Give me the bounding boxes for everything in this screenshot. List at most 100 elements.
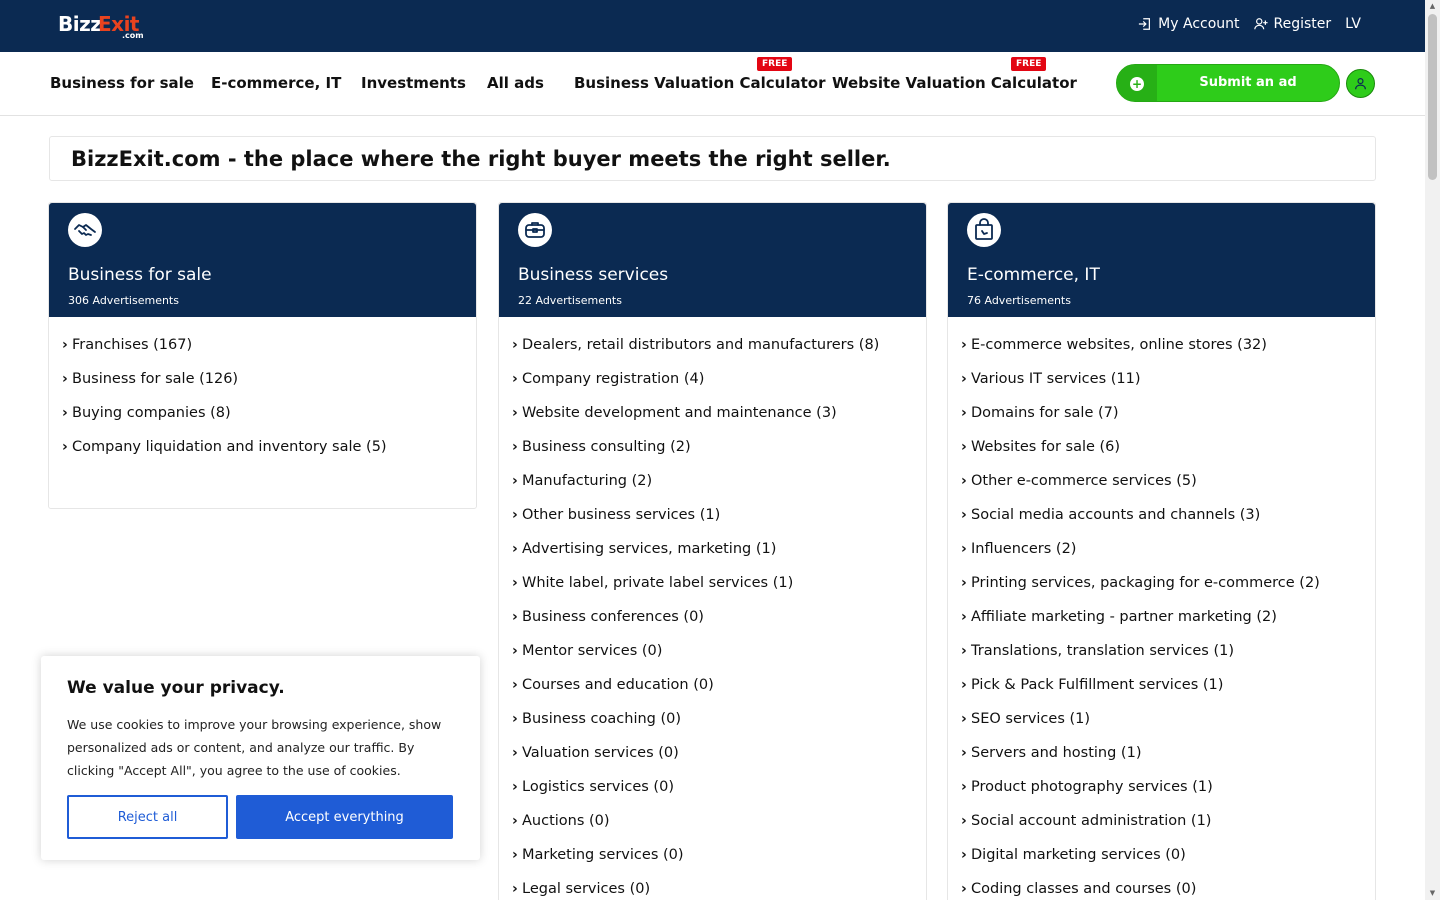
chevron-right-icon: › bbox=[512, 813, 518, 829]
list-item-label: Digital marketing services (0) bbox=[971, 847, 1186, 863]
cookie-text: We use cookies to improve your browsing … bbox=[67, 717, 442, 778]
free-badge: FREE bbox=[1011, 57, 1047, 71]
plus-icon-wrap: + bbox=[1117, 65, 1157, 101]
nav-investments[interactable]: Investments bbox=[361, 74, 466, 92]
chevron-right-icon: › bbox=[62, 337, 68, 353]
chevron-right-icon: › bbox=[512, 609, 518, 625]
list-item[interactable]: › Business coaching (0) bbox=[512, 711, 926, 745]
accept-all-button[interactable]: Accept everything bbox=[236, 795, 453, 839]
list-item[interactable]: › Business for sale (126) bbox=[62, 371, 476, 405]
list-item[interactable]: › Domains for sale (7) bbox=[961, 405, 1375, 439]
chevron-right-icon: › bbox=[512, 881, 518, 897]
list-item[interactable]: › Other e-commerce services (5) bbox=[961, 473, 1375, 507]
page-scrollbar[interactable]: ▲ ▼ bbox=[1425, 0, 1440, 900]
subcategory-list: › E-commerce websites, online stores (32)… bbox=[948, 317, 1375, 900]
chevron-right-icon: › bbox=[512, 473, 518, 489]
nav-website-valuation-calculator[interactable]: Website Valuation Calculator bbox=[832, 74, 1077, 92]
free-badge: FREE bbox=[757, 57, 793, 71]
list-item[interactable]: › Digital marketing services (0) bbox=[961, 847, 1375, 881]
card-header[interactable]: E-commerce, IT 76 Advertisements bbox=[948, 203, 1375, 317]
submit-ad-label: Submit an ad bbox=[1199, 75, 1297, 90]
nav-ecommerce-it[interactable]: E-commerce, IT bbox=[211, 74, 341, 92]
chevron-right-icon: › bbox=[62, 405, 68, 421]
card-header[interactable]: Business services 22 Advertisements bbox=[499, 203, 926, 317]
scrollbar-thumb[interactable] bbox=[1428, 14, 1437, 180]
card-header[interactable]: Business for sale 306 Advertisements bbox=[49, 203, 476, 317]
list-item[interactable]: › Printing services, packaging for e-comm… bbox=[961, 575, 1375, 609]
list-item-label: Affiliate marketing - partner marketing … bbox=[971, 609, 1277, 625]
list-item[interactable]: › Affiliate marketing - partner marketing… bbox=[961, 609, 1375, 643]
chevron-right-icon: › bbox=[512, 541, 518, 557]
list-item[interactable]: › SEO services (1) bbox=[961, 711, 1375, 745]
chevron-right-icon: › bbox=[512, 575, 518, 591]
list-item-label: Valuation services (0) bbox=[522, 745, 679, 761]
list-item[interactable]: › Social account administration (1) bbox=[961, 813, 1375, 847]
list-item[interactable]: › Influencers (2) bbox=[961, 541, 1375, 575]
list-item[interactable]: › Legal services (0) bbox=[512, 881, 926, 900]
nav-all-ads[interactable]: All ads bbox=[487, 74, 544, 92]
chevron-right-icon: › bbox=[512, 371, 518, 387]
list-item[interactable]: › Advertising services, marketing (1) bbox=[512, 541, 926, 575]
list-item[interactable]: › Servers and hosting (1) bbox=[961, 745, 1375, 779]
list-item-label: Business conferences (0) bbox=[522, 609, 704, 625]
list-item-label: Business consulting (2) bbox=[522, 439, 691, 455]
language-switch[interactable]: LV bbox=[1345, 16, 1361, 32]
list-item[interactable]: › Other business services (1) bbox=[512, 507, 926, 541]
list-item[interactable]: › White label, private label services (1) bbox=[512, 575, 926, 609]
list-item[interactable]: › E-commerce websites, online stores (32) bbox=[961, 337, 1375, 371]
site-logo[interactable]: Bizz Exit .com bbox=[58, 10, 148, 42]
chevron-right-icon: › bbox=[961, 473, 967, 489]
list-item[interactable]: › Product photography services (1) bbox=[961, 779, 1375, 813]
chevron-right-icon: › bbox=[961, 881, 967, 897]
nav-business-for-sale[interactable]: Business for sale bbox=[50, 74, 194, 92]
list-item[interactable]: › Coding classes and courses (0) bbox=[961, 881, 1375, 900]
main-nav: Business for sale E-commerce, IT Investm… bbox=[0, 52, 1425, 116]
list-item[interactable]: › Auctions (0) bbox=[512, 813, 926, 847]
account-links: My Account Register LV bbox=[1138, 16, 1361, 32]
list-item[interactable]: › Pick & Pack Fulfillment services (1) bbox=[961, 677, 1375, 711]
list-item[interactable]: › Mentor services (0) bbox=[512, 643, 926, 677]
list-item[interactable]: › Website development and maintenance (3) bbox=[512, 405, 926, 439]
chevron-right-icon: › bbox=[961, 337, 967, 353]
card-ad-count: 306 Advertisements bbox=[68, 294, 179, 307]
list-item[interactable]: › Company liquidation and inventory sale … bbox=[62, 439, 476, 473]
list-item[interactable]: › Social media accounts and channels (3) bbox=[961, 507, 1375, 541]
list-item-label: Marketing services (0) bbox=[522, 847, 684, 863]
list-item[interactable]: › Valuation services (0) bbox=[512, 745, 926, 779]
chevron-right-icon: › bbox=[961, 371, 967, 387]
list-item-label: Advertising services, marketing (1) bbox=[522, 541, 777, 557]
reject-all-button[interactable]: Reject all bbox=[67, 795, 228, 839]
list-item[interactable]: › Websites for sale (6) bbox=[961, 439, 1375, 473]
register-link[interactable]: Register bbox=[1253, 16, 1331, 32]
add-user-icon bbox=[1253, 18, 1268, 30]
list-item[interactable]: › Business consulting (2) bbox=[512, 439, 926, 473]
scroll-down-arrow-icon[interactable]: ▼ bbox=[1428, 889, 1437, 898]
chevron-right-icon: › bbox=[512, 779, 518, 795]
list-item[interactable]: › Various IT services (11) bbox=[961, 371, 1375, 405]
list-item[interactable]: › Translations, translation services (1) bbox=[961, 643, 1375, 677]
list-item[interactable]: › Courses and education (0) bbox=[512, 677, 926, 711]
list-item-label: Social account administration (1) bbox=[971, 813, 1212, 829]
scroll-up-arrow-icon[interactable]: ▲ bbox=[1428, 2, 1437, 11]
list-item[interactable]: › Logistics services (0) bbox=[512, 779, 926, 813]
list-item[interactable]: › Franchises (167) bbox=[62, 337, 476, 371]
list-item-label: Website development and maintenance (3) bbox=[522, 405, 837, 421]
list-item[interactable]: › Marketing services (0) bbox=[512, 847, 926, 881]
nav-business-valuation-calculator[interactable]: Business Valuation Calculator bbox=[574, 74, 825, 92]
chevron-right-icon: › bbox=[512, 711, 518, 727]
my-account-link[interactable]: My Account bbox=[1138, 16, 1240, 32]
list-item-label: Legal services (0) bbox=[522, 881, 651, 897]
list-item-label: Business coaching (0) bbox=[522, 711, 682, 727]
list-item[interactable]: › Buying companies (8) bbox=[62, 405, 476, 439]
list-item[interactable]: › Business conferences (0) bbox=[512, 609, 926, 643]
logo-text-suffix: .com bbox=[122, 31, 144, 40]
chevron-right-icon: › bbox=[961, 677, 967, 693]
list-item[interactable]: › Manufacturing (2) bbox=[512, 473, 926, 507]
list-item-label: Company registration (4) bbox=[522, 371, 705, 387]
list-item-label: Websites for sale (6) bbox=[971, 439, 1121, 455]
user-profile-button[interactable] bbox=[1346, 69, 1375, 98]
list-item[interactable]: › Dealers, retail distributors and manufa… bbox=[512, 337, 926, 371]
submit-ad-button[interactable]: + Submit an ad bbox=[1116, 64, 1340, 102]
list-item[interactable]: › Company registration (4) bbox=[512, 371, 926, 405]
card-title: Business for sale bbox=[68, 265, 212, 285]
